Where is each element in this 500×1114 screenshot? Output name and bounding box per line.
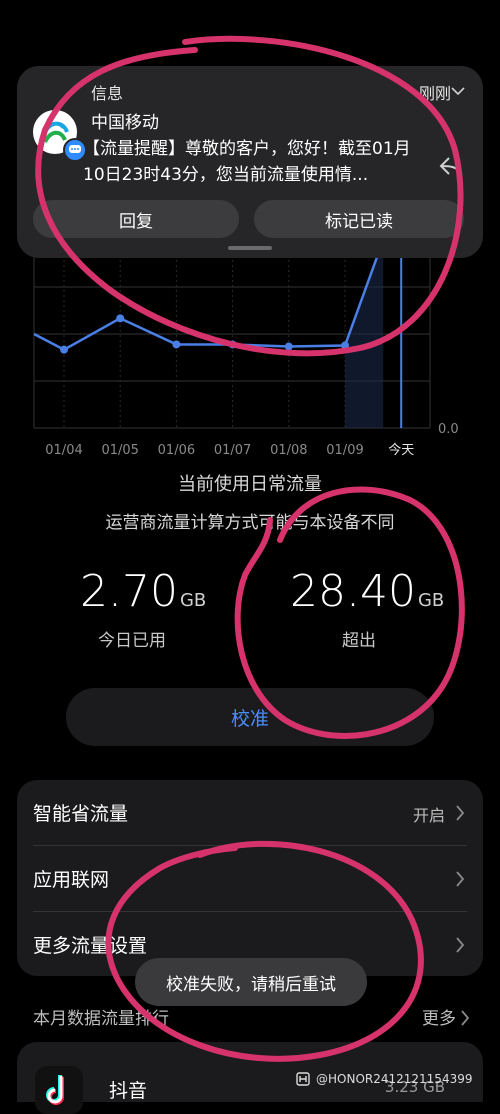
- smart-saver-row[interactable]: 智能省流量 开启: [17, 780, 483, 845]
- carrier-note: 运营商流量计算方式可能与本设备不同: [105, 513, 395, 533]
- calibrate-button[interactable]: 校准: [66, 688, 434, 746]
- douyin-app-icon: [35, 1066, 83, 1114]
- more-settings-label: 更多流量设置: [33, 935, 148, 957]
- notification-time: 刚刚: [418, 84, 451, 103]
- smart-saver-status: 开启: [412, 806, 445, 825]
- x-tick-label: 01/06: [158, 443, 195, 458]
- ranking-title: 本月数据流量排行: [33, 1009, 169, 1029]
- data-point-01/05[interactable]: [116, 314, 125, 323]
- x-tick-label: 01/05: [101, 443, 138, 458]
- chevron-right-icon: [456, 805, 465, 821]
- ranking-more-link[interactable]: 更多: [422, 1004, 456, 1029]
- chevron-right-icon: [456, 937, 465, 953]
- x-tick-label: 01/07: [214, 443, 251, 458]
- app-network-row[interactable]: 应用联网: [17, 846, 483, 911]
- chevron-down-icon[interactable]: [451, 86, 465, 96]
- settings-card: 智能省流量 开启 应用联网 更多流量设置: [17, 780, 483, 976]
- x-tick-label: 今天: [388, 442, 414, 458]
- area-fill: [345, 240, 384, 428]
- watermark-text: @HONOR2412121154399: [316, 1072, 473, 1086]
- notification-card[interactable]: 信息 刚刚 中国移动 【流量提醒】尊敬的客户，您好！截至01月10日23时43分…: [17, 66, 483, 258]
- y-tick-label: 0.0: [438, 422, 459, 437]
- today-usage-label: 今日已用: [98, 631, 166, 651]
- notification-sender: 中国移动: [91, 113, 159, 133]
- usage-mode-label: 当前使用日常流量: [178, 474, 322, 495]
- today-usage-value: 2.70 GB: [80, 566, 207, 617]
- chevron-right-icon[interactable]: [460, 1009, 470, 1027]
- smart-saver-label: 智能省流量: [33, 803, 129, 825]
- chevron-right-icon: [456, 871, 465, 887]
- app-network-label: 应用联网: [33, 869, 110, 891]
- data-point-01/04[interactable]: [60, 345, 68, 354]
- honor-watermark: @HONOR2412121154399: [296, 1072, 472, 1086]
- x-tick-label: 01/08: [270, 443, 307, 458]
- usage-line-chart: 01/04 01/05 01/06 01/07 01/08 01/09 今天 0.0: [33, 240, 459, 458]
- notification-drag-handle[interactable]: [228, 246, 272, 250]
- data-point-01/06[interactable]: [172, 340, 181, 349]
- over-usage-value: 28.40 GB: [290, 566, 445, 617]
- data-point-01/09[interactable]: [341, 341, 349, 350]
- mark-read-button[interactable]: 标记已读: [254, 200, 464, 238]
- honor-logo-icon: [296, 1072, 310, 1086]
- reply-button[interactable]: 回复: [33, 200, 239, 238]
- notification-body: 【流量提醒】尊敬的客户，您好！截至01月10日23时43分，您当前流量使用情..…: [83, 139, 411, 185]
- data-point-01/08[interactable]: [284, 342, 293, 351]
- notification-app-name: 信息: [91, 84, 124, 103]
- app-name[interactable]: 抖音: [109, 1076, 147, 1103]
- over-usage-label: 超出: [342, 631, 376, 651]
- x-tick-label: 01/09: [326, 443, 363, 458]
- toast-message: 校准失败，请稍后重试: [135, 958, 367, 1006]
- reply-arrow-icon[interactable]: [439, 156, 463, 176]
- x-tick-label: 01/04: [45, 443, 82, 458]
- data-point-01/07[interactable]: [228, 340, 237, 349]
